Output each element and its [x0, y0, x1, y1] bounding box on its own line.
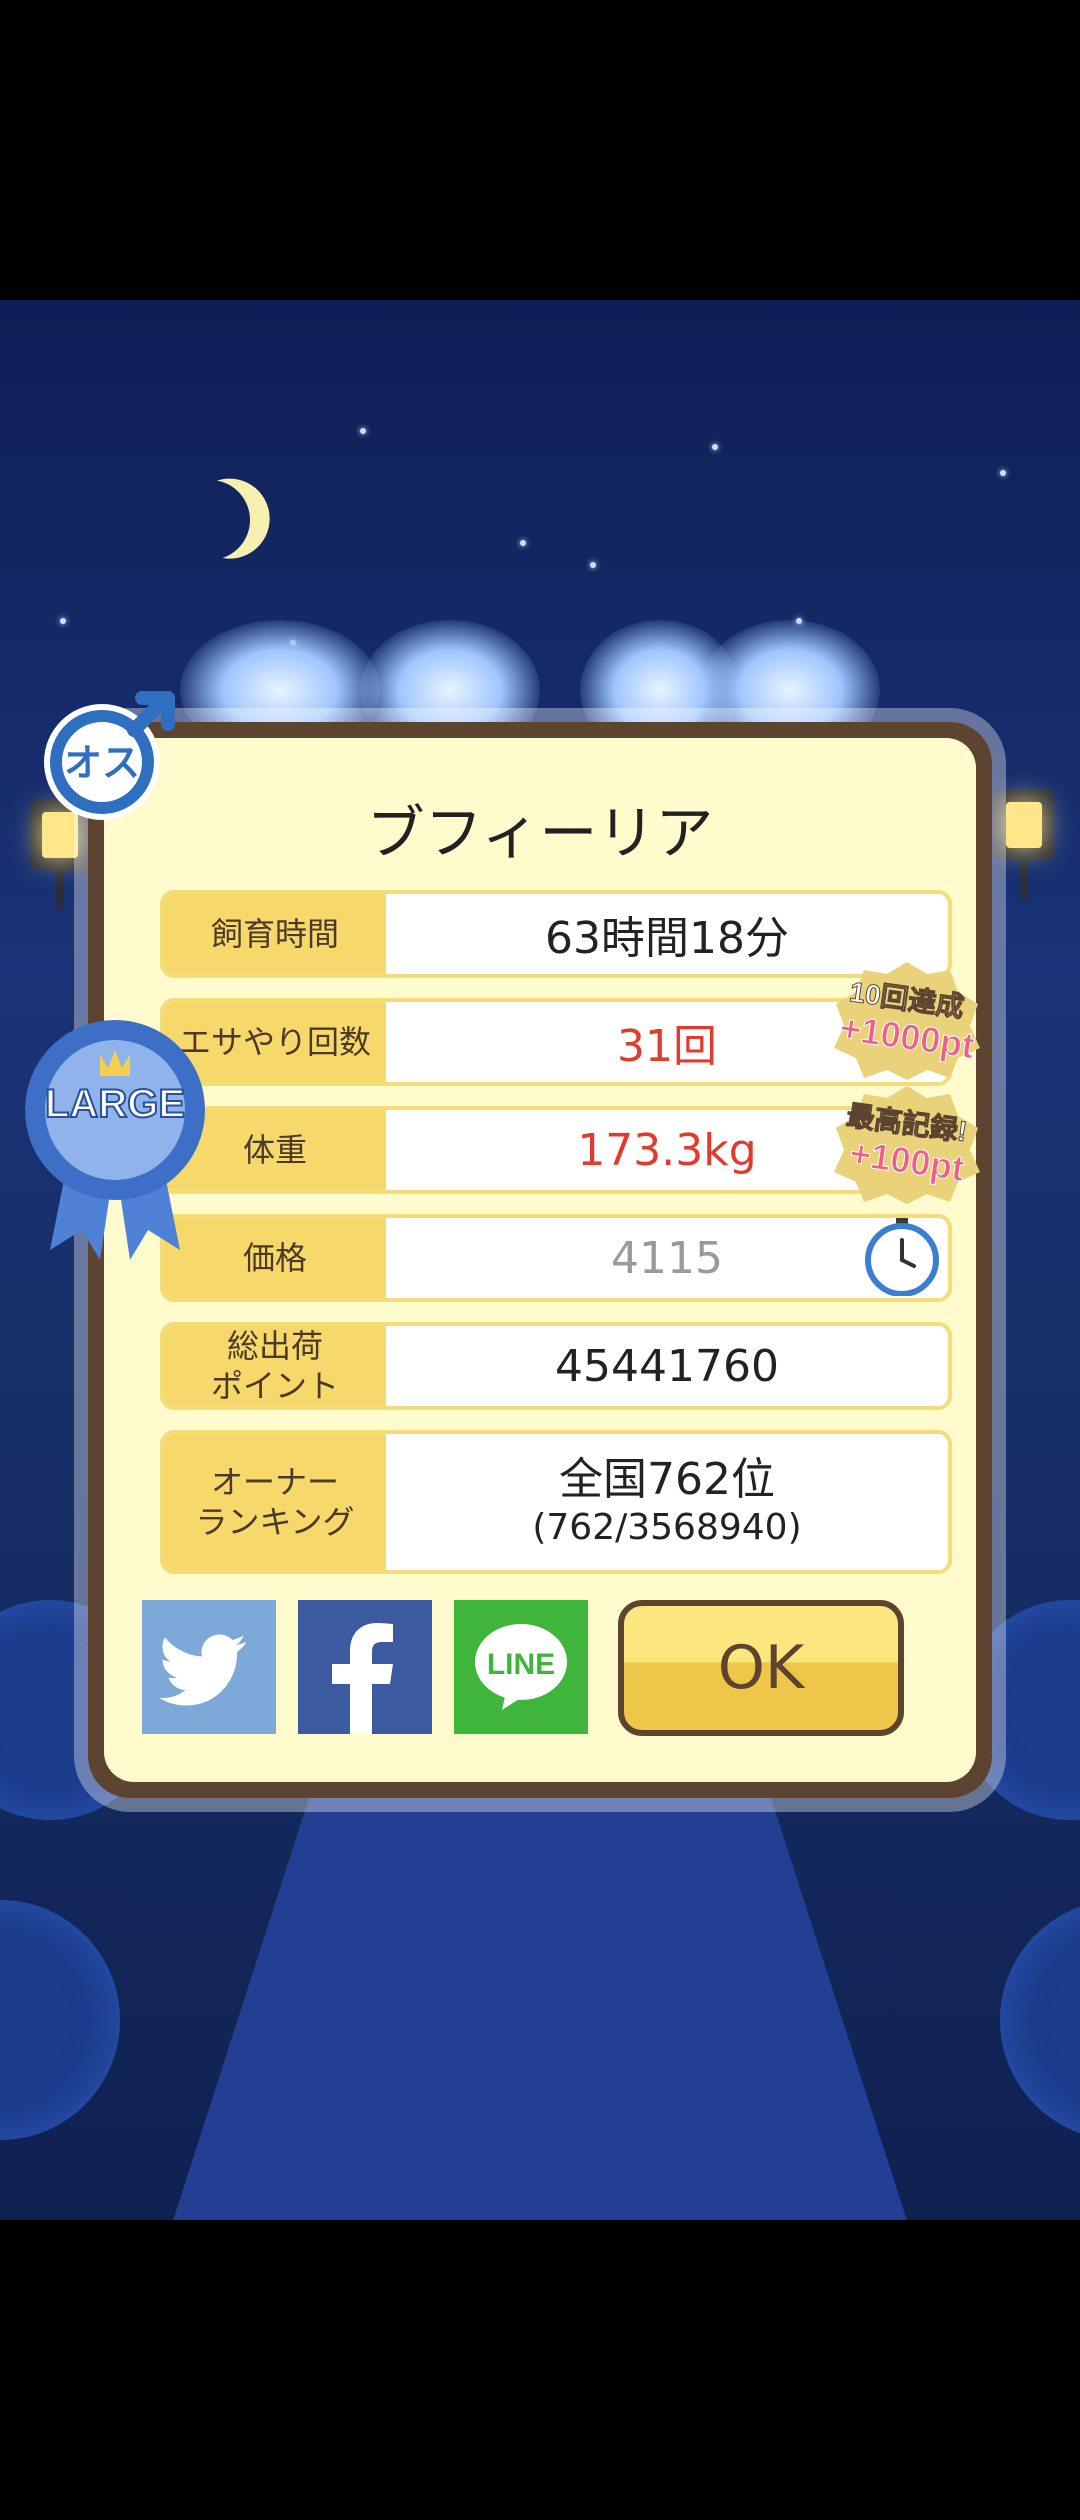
- star: [60, 618, 66, 624]
- large-ribbon-badge: LARGE: [20, 1010, 210, 1260]
- star: [712, 444, 718, 450]
- pig-name-title: ブフィーリア: [366, 799, 714, 867]
- twitter-bird-icon: [158, 1634, 246, 1706]
- ribbon-size-text: LARGE: [44, 1081, 186, 1127]
- star: [360, 428, 366, 434]
- row-owner-ranking: オーナー ランキング 全国762位 (762/3568940): [160, 1430, 952, 1574]
- result-dialog: ブフィーリア 飼育時間 63時間18分 エサやり回数 31回 体重 173.3k…: [88, 722, 992, 1798]
- carpet: [170, 1770, 910, 2220]
- raising-time-label: 飼育時間: [164, 894, 386, 974]
- gender-text: オス: [64, 741, 140, 785]
- dialog-panel: ブフィーリア 飼育時間 63時間18分 エサやり回数 31回 体重 173.3k…: [104, 738, 976, 1782]
- line-logo-text: LINE: [487, 1648, 555, 1681]
- bonus-badge-10-times: 10回達成 +1000pt: [832, 960, 982, 1080]
- ok-button[interactable]: OK: [618, 1600, 904, 1736]
- row-price: 価格 4115: [160, 1214, 952, 1302]
- bonus-badge-best-record: 最高記録! +100pt: [832, 1084, 982, 1204]
- star: [520, 540, 526, 546]
- glowing-bush: [0, 1900, 120, 2140]
- twitter-share-button[interactable]: [142, 1600, 276, 1734]
- glowing-bush: [1000, 1900, 1080, 2140]
- facebook-share-button[interactable]: [298, 1600, 432, 1734]
- total-points-label: 総出荷 ポイント: [164, 1326, 386, 1406]
- ranking-detail: (762/3568940): [532, 1507, 802, 1548]
- street-lamp: [994, 790, 1054, 900]
- moon-icon: [159, 469, 262, 572]
- facebook-f-icon: [332, 1623, 393, 1734]
- ranking-value: 全国762位: [559, 1454, 775, 1505]
- star: [1000, 470, 1006, 476]
- star: [590, 562, 596, 568]
- row-total-points: 総出荷 ポイント 45441760: [160, 1322, 952, 1410]
- total-points-value: 45441760: [555, 1340, 779, 1392]
- ribbon-icon: [25, 1020, 205, 1260]
- stopwatch-icon: [865, 1218, 939, 1296]
- line-logo-icon: LINE: [475, 1624, 567, 1710]
- owner-ranking-value-box: 全国762位 (762/3568940): [386, 1434, 948, 1570]
- owner-ranking-label: オーナー ランキング: [164, 1434, 386, 1570]
- line-share-button[interactable]: LINE: [454, 1600, 588, 1734]
- male-gender-badge: オス: [44, 691, 175, 820]
